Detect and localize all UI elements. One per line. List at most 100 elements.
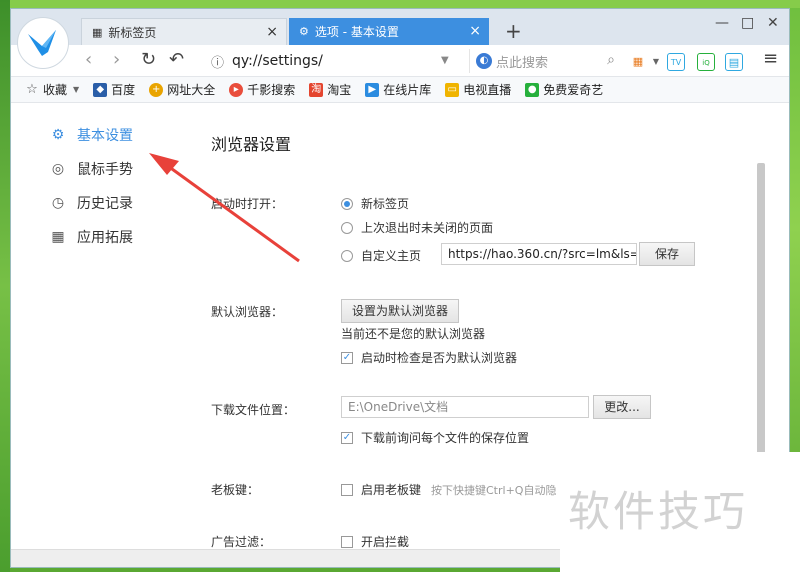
address-bar[interactable]: ⓘ qy://settings/: [211, 49, 463, 73]
boss-key-hint: 按下快捷键Ctrl+Q自动隐: [431, 484, 557, 497]
checkbox-label: 启动时检查是否为默认浏览器: [361, 351, 518, 365]
sidebar-item-label: 基本设置: [77, 128, 133, 144]
browser-logo: [17, 17, 69, 69]
tab-settings[interactable]: ⚙ 选项 - 基本设置 ×: [289, 18, 489, 45]
startup-option-newtab[interactable]: 新标签页: [341, 195, 409, 212]
mouse-icon: ◎: [51, 161, 65, 177]
checkbox-unchecked[interactable]: [341, 535, 353, 548]
search-engine-icon[interactable]: ◐: [476, 53, 492, 69]
startup-option-restore[interactable]: 上次退出时未关闭的页面: [341, 219, 493, 236]
tab-settings-label: 选项 - 基本设置: [314, 25, 399, 39]
startup-label: 启动时打开：: [211, 197, 284, 211]
chevron-down-icon[interactable]: ▼: [647, 53, 665, 71]
bookmark-label: 电视直播: [463, 83, 512, 97]
checkbox-unchecked[interactable]: [341, 483, 353, 496]
close-tab-icon[interactable]: ×: [266, 24, 278, 40]
save-button[interactable]: 保存: [639, 242, 695, 266]
tv-icon: ▭: [445, 82, 460, 97]
homepage-input[interactable]: https://hao.360.cn/?src=lm&ls=n: [441, 243, 637, 265]
undo-close-button[interactable]: ↶: [169, 49, 184, 70]
checkbox-label: 启用老板键: [361, 483, 422, 497]
boss-key-label: 老板键：: [211, 483, 260, 497]
bookmark-tv[interactable]: ▭ 电视直播: [445, 81, 511, 98]
scrollbar[interactable]: [757, 163, 765, 463]
checkbox-checked[interactable]: ✓: [341, 431, 353, 444]
tab-bar: ▦ 新标签页 × ⚙ 选项 - 基本设置 × + — □ ✕: [11, 9, 789, 45]
tab-new-tab-label: 新标签页: [108, 25, 157, 40]
tv-icon[interactable]: TV: [667, 53, 685, 71]
checkbox-label: 下载前询问每个文件的保存位置: [361, 431, 530, 445]
close-window-button[interactable]: ✕: [767, 15, 779, 31]
ask-save-location[interactable]: ✓ 下载前询问每个文件的保存位置: [341, 429, 529, 446]
download-location-label: 下载文件位置：: [211, 403, 296, 417]
new-tab-button[interactable]: +: [505, 19, 522, 43]
sidebar-item-label: 应用拓展: [77, 230, 133, 246]
radio-unselected[interactable]: [341, 221, 353, 234]
back-button[interactable]: ‹: [85, 49, 92, 70]
iqiyi-icon: ●: [525, 82, 540, 97]
bookmark-label: 百度: [111, 83, 136, 97]
radio-selected[interactable]: [341, 197, 353, 210]
default-browser-label: 默认浏览器：: [211, 305, 284, 319]
bird-logo-icon: [28, 30, 56, 56]
grid-icon: ▦: [92, 25, 103, 39]
bookmark-label: 千影搜索: [247, 83, 296, 97]
apps-grid-icon[interactable]: ▦: [629, 53, 647, 71]
radio-label: 上次退出时未关闭的页面: [361, 221, 494, 235]
film-icon: ▶: [365, 82, 380, 97]
minimize-button[interactable]: —: [715, 15, 729, 31]
sidebar-item-mouse-gestures[interactable]: ◎ 鼠标手势: [49, 159, 133, 179]
set-default-browser-button[interactable]: 设置为默认浏览器: [341, 299, 459, 323]
bookmark-label: 收藏: [43, 83, 68, 97]
sidebar-item-basic-settings[interactable]: ⚙ 基本设置: [49, 125, 133, 145]
bookmark-favorites[interactable]: ☆ 收藏 ▼: [25, 81, 79, 98]
menu-button[interactable]: ≡: [763, 48, 778, 69]
enable-ad-block[interactable]: 开启拦截: [341, 533, 409, 550]
navigation-bar: ‹ › ↻ ↶ ⓘ qy://settings/ ▼ ◐ 点此搜索 ⌕ ▦ ▼ …: [11, 45, 789, 77]
status-bar: [11, 549, 571, 567]
enable-boss-key[interactable]: 启用老板键: [341, 481, 421, 498]
check-default-on-startup[interactable]: ✓ 启动时检查是否为默认浏览器: [341, 349, 517, 366]
sidebar-item-label: 历史记录: [77, 196, 133, 212]
search-icon[interactable]: ⌕: [607, 52, 615, 68]
search-box[interactable]: ◐ 点此搜索 ⌕: [469, 49, 619, 73]
chevron-down-icon[interactable]: ▼: [441, 55, 449, 66]
radio-unselected[interactable]: [341, 249, 353, 262]
desktop-background: [0, 0, 10, 572]
close-tab-icon[interactable]: ×: [469, 23, 481, 39]
taobao-icon: 淘: [309, 82, 324, 97]
ad-filter-label: 广告过滤：: [211, 535, 272, 549]
default-browser-status: 当前还不是您的默认浏览器: [341, 327, 486, 341]
maximize-button[interactable]: □: [741, 15, 754, 31]
bookmark-baidu[interactable]: ◆ 百度: [93, 81, 135, 98]
download-path-input[interactable]: E:\OneDrive\文档: [341, 396, 589, 418]
sidebar-item-history[interactable]: ◷ 历史记录: [49, 193, 133, 213]
search-placeholder: 点此搜索: [496, 55, 549, 71]
bookmark-iqiyi[interactable]: ● 免费爱奇艺: [525, 81, 603, 98]
desktop-background-top: [10, 0, 800, 8]
baidu-icon: ◆: [93, 82, 108, 97]
bookmark-film[interactable]: ▶ 在线片库: [365, 81, 431, 98]
checkbox-checked[interactable]: ✓: [341, 351, 353, 364]
forward-button[interactable]: ›: [113, 49, 120, 70]
tab-new-tab[interactable]: ▦ 新标签页 ×: [81, 18, 287, 45]
bookmark-qianying[interactable]: ▸ 千影搜索: [229, 81, 295, 98]
qianying-icon: ▸: [229, 82, 244, 97]
change-path-button[interactable]: 更改...: [593, 395, 651, 419]
chevron-down-icon: ▼: [73, 85, 80, 94]
bookmark-sitelist[interactable]: + 网址大全: [149, 81, 215, 98]
address-url: qy://settings/: [232, 53, 323, 69]
apps-icon: ▦: [51, 229, 65, 245]
sidebar-item-extensions[interactable]: ▦ 应用拓展: [49, 227, 133, 247]
calendar-icon[interactable]: ▤: [725, 53, 743, 71]
bookmark-label: 在线片库: [383, 83, 432, 97]
page-info-icon: ⓘ: [211, 55, 225, 71]
startup-option-custom[interactable]: 自定义主页: [341, 247, 421, 264]
sidebar-item-label: 鼠标手势: [77, 162, 133, 178]
clock-icon: ◷: [51, 195, 65, 211]
iqiyi-icon[interactable]: iQ: [697, 53, 715, 71]
bookmark-label: 免费爱奇艺: [543, 83, 604, 97]
radio-label: 新标签页: [361, 197, 410, 211]
refresh-button[interactable]: ↻: [141, 49, 156, 70]
bookmark-taobao[interactable]: 淘 淘宝: [309, 81, 351, 98]
